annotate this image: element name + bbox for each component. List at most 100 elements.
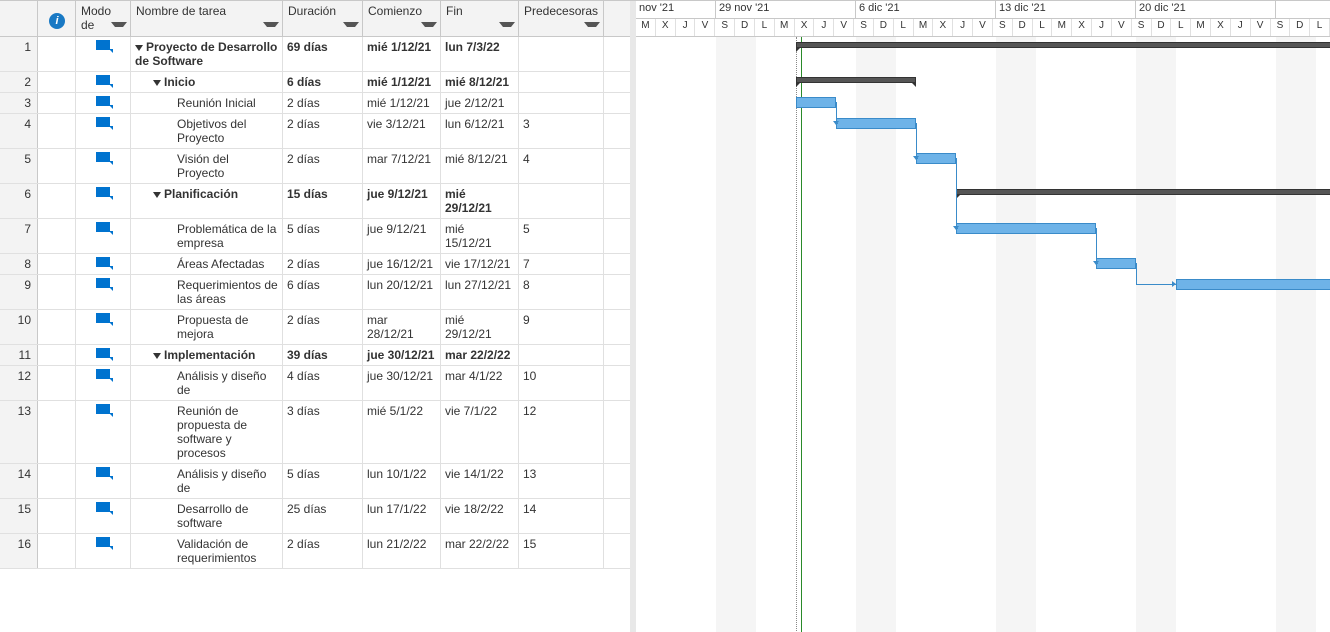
duration-cell[interactable]: 2 días bbox=[283, 114, 363, 148]
table-row[interactable]: 7 Problemática de la empresa5 díasjue 9/1… bbox=[0, 219, 630, 254]
pred-cell[interactable]: 13 bbox=[519, 464, 604, 498]
start-cell[interactable]: jue 9/12/21 bbox=[363, 219, 441, 253]
finish-cell[interactable]: vie 17/12/21 bbox=[441, 254, 519, 274]
finish-cell[interactable]: mié 29/12/21 bbox=[441, 310, 519, 344]
row-info[interactable] bbox=[38, 254, 76, 274]
row-info[interactable] bbox=[38, 310, 76, 344]
task-name-cell[interactable]: Problemática de la empresa bbox=[131, 219, 283, 253]
row-number[interactable]: 1 bbox=[0, 37, 38, 71]
row-number[interactable]: 4 bbox=[0, 114, 38, 148]
col-start[interactable]: Comienzo bbox=[363, 1, 441, 36]
pred-cell[interactable] bbox=[519, 93, 604, 113]
finish-cell[interactable]: lun 7/3/22 bbox=[441, 37, 519, 71]
row-info[interactable] bbox=[38, 72, 76, 92]
duration-cell[interactable]: 5 días bbox=[283, 464, 363, 498]
pred-cell[interactable] bbox=[519, 37, 604, 71]
dropdown-icon[interactable] bbox=[343, 22, 359, 33]
start-cell[interactable]: mié 5/1/22 bbox=[363, 401, 441, 463]
col-finish[interactable]: Fin bbox=[441, 1, 519, 36]
task-name-cell[interactable]: Propuesta de mejora bbox=[131, 310, 283, 344]
gantt-body[interactable] bbox=[636, 37, 1330, 632]
start-cell[interactable]: mié 1/12/21 bbox=[363, 72, 441, 92]
duration-cell[interactable]: 15 días bbox=[283, 184, 363, 218]
row-info[interactable] bbox=[38, 184, 76, 218]
collapse-icon[interactable] bbox=[135, 45, 143, 51]
pred-cell[interactable]: 15 bbox=[519, 534, 604, 568]
finish-cell[interactable]: lun 27/12/21 bbox=[441, 275, 519, 309]
start-cell[interactable]: jue 30/12/21 bbox=[363, 366, 441, 400]
table-row[interactable]: 9Requerimientos de las áreas6 díaslun 20… bbox=[0, 275, 630, 310]
task-name-cell[interactable]: Análisis y diseño de bbox=[131, 464, 283, 498]
task-name-cell[interactable]: Análisis y diseño de bbox=[131, 366, 283, 400]
task-name-cell[interactable]: Implementación bbox=[131, 345, 283, 365]
row-number[interactable]: 9 bbox=[0, 275, 38, 309]
task-bar[interactable] bbox=[956, 223, 1096, 234]
row-mode[interactable] bbox=[76, 149, 131, 183]
task-name-cell[interactable]: Reunión de propuesta de software y proce… bbox=[131, 401, 283, 463]
table-row[interactable]: 14 Análisis y diseño de5 díaslun 10/1/22v… bbox=[0, 464, 630, 499]
col-info[interactable]: i bbox=[38, 1, 76, 36]
row-number[interactable]: 7 bbox=[0, 219, 38, 253]
table-row[interactable]: 10Propuesta de mejora2 díasmar 28/12/21m… bbox=[0, 310, 630, 345]
pred-cell[interactable]: 10 bbox=[519, 366, 604, 400]
row-info[interactable] bbox=[38, 345, 76, 365]
row-mode[interactable] bbox=[76, 254, 131, 274]
row-mode[interactable] bbox=[76, 310, 131, 344]
start-cell[interactable]: lun 20/12/21 bbox=[363, 275, 441, 309]
row-mode[interactable] bbox=[76, 219, 131, 253]
start-cell[interactable]: lun 21/2/22 bbox=[363, 534, 441, 568]
task-grid[interactable]: i Modo de Nombre de tarea Duración Comie… bbox=[0, 1, 636, 632]
table-row[interactable]: 3Reunión Inicial2 díasmié 1/12/21jue 2/1… bbox=[0, 93, 630, 114]
finish-cell[interactable]: lun 6/12/21 bbox=[441, 114, 519, 148]
row-info[interactable] bbox=[38, 366, 76, 400]
pred-cell[interactable] bbox=[519, 345, 604, 365]
table-row[interactable]: 15Desarrollo de software25 díaslun 17/1/… bbox=[0, 499, 630, 534]
start-cell[interactable]: lun 10/1/22 bbox=[363, 464, 441, 498]
pred-cell[interactable]: 5 bbox=[519, 219, 604, 253]
table-row[interactable]: 16Validación de requerimientos2 díaslun … bbox=[0, 534, 630, 569]
col-name[interactable]: Nombre de tarea bbox=[131, 1, 283, 36]
task-bar[interactable] bbox=[836, 118, 916, 129]
duration-cell[interactable]: 6 días bbox=[283, 72, 363, 92]
gantt-chart[interactable]: nov '2129 nov '216 dic '2113 dic '2120 d… bbox=[636, 1, 1330, 632]
task-name-cell[interactable]: Reunión Inicial bbox=[131, 93, 283, 113]
start-cell[interactable]: jue 30/12/21 bbox=[363, 345, 441, 365]
start-cell[interactable]: mar 7/12/21 bbox=[363, 149, 441, 183]
finish-cell[interactable]: mié 8/12/21 bbox=[441, 149, 519, 183]
pred-cell[interactable]: 4 bbox=[519, 149, 604, 183]
duration-cell[interactable]: 2 días bbox=[283, 254, 363, 274]
row-mode[interactable] bbox=[76, 184, 131, 218]
pred-cell[interactable]: 9 bbox=[519, 310, 604, 344]
duration-cell[interactable]: 5 días bbox=[283, 219, 363, 253]
row-number[interactable]: 3 bbox=[0, 93, 38, 113]
row-number[interactable]: 5 bbox=[0, 149, 38, 183]
task-name-cell[interactable]: Proyecto de Desarrollo de Software bbox=[131, 37, 283, 71]
pred-cell[interactable] bbox=[519, 184, 604, 218]
collapse-icon[interactable] bbox=[153, 80, 161, 86]
task-bar[interactable] bbox=[796, 97, 836, 108]
row-info[interactable] bbox=[38, 149, 76, 183]
task-name-cell[interactable]: Requerimientos de las áreas bbox=[131, 275, 283, 309]
table-row[interactable]: 2Inicio6 díasmié 1/12/21mié 8/12/21 bbox=[0, 72, 630, 93]
duration-cell[interactable]: 2 días bbox=[283, 149, 363, 183]
row-number[interactable]: 14 bbox=[0, 464, 38, 498]
finish-cell[interactable]: mié 29/12/21 bbox=[441, 184, 519, 218]
task-name-cell[interactable]: Objetivos del Proyecto bbox=[131, 114, 283, 148]
pred-cell[interactable]: 3 bbox=[519, 114, 604, 148]
duration-cell[interactable]: 4 días bbox=[283, 366, 363, 400]
summary-bar[interactable] bbox=[796, 77, 916, 83]
dropdown-icon[interactable] bbox=[263, 22, 279, 33]
col-mode[interactable]: Modo de bbox=[76, 1, 131, 36]
row-info[interactable] bbox=[38, 37, 76, 71]
row-mode[interactable] bbox=[76, 275, 131, 309]
start-cell[interactable]: mié 1/12/21 bbox=[363, 93, 441, 113]
task-name-cell[interactable]: Inicio bbox=[131, 72, 283, 92]
row-mode[interactable] bbox=[76, 37, 131, 71]
row-number[interactable]: 2 bbox=[0, 72, 38, 92]
finish-cell[interactable]: vie 14/1/22 bbox=[441, 464, 519, 498]
start-cell[interactable]: vie 3/12/21 bbox=[363, 114, 441, 148]
dropdown-icon[interactable] bbox=[499, 22, 515, 33]
duration-cell[interactable]: 2 días bbox=[283, 534, 363, 568]
row-number[interactable]: 16 bbox=[0, 534, 38, 568]
duration-cell[interactable]: 2 días bbox=[283, 310, 363, 344]
